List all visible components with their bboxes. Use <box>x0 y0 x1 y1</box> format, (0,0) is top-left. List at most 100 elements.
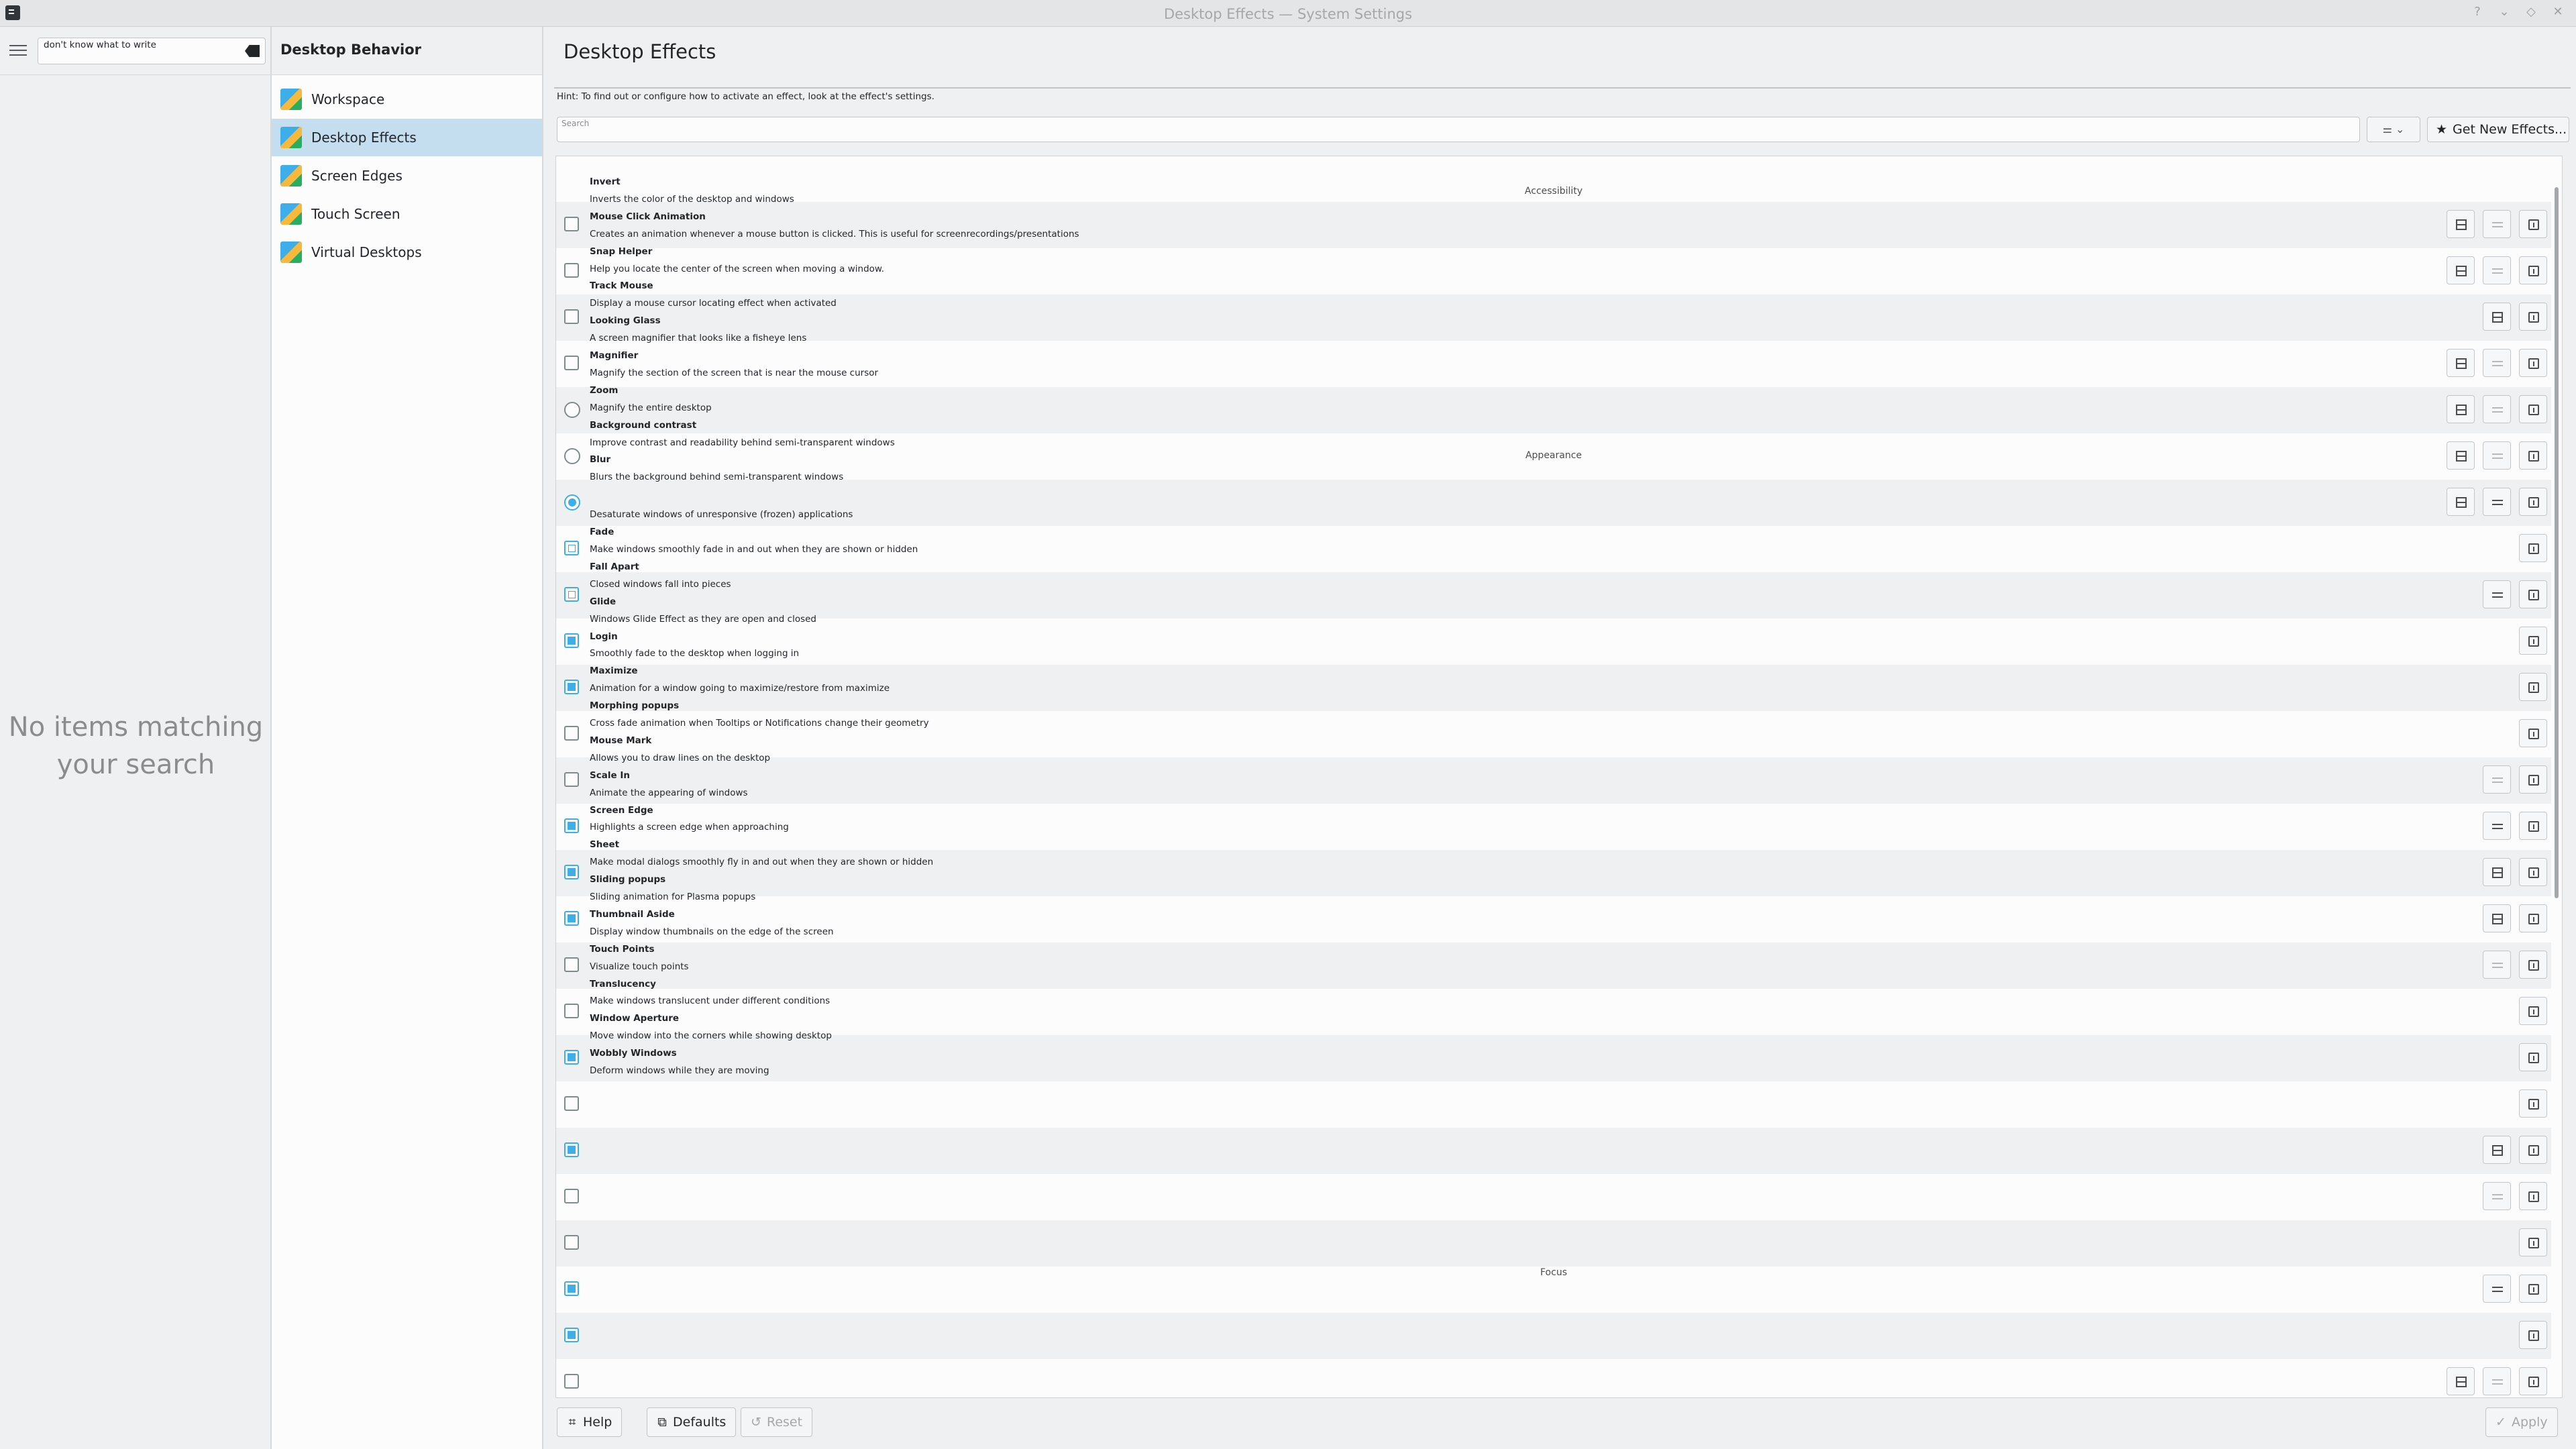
effect-checkbox[interactable] <box>564 1374 579 1389</box>
configure-effect-button[interactable] <box>2483 1275 2511 1303</box>
about-effect-button[interactable] <box>2519 210 2547 238</box>
clear-search-icon[interactable] <box>245 45 260 57</box>
configure-effect-button[interactable] <box>2483 812 2511 840</box>
effect-radio[interactable] <box>564 494 580 511</box>
about-effect-button[interactable] <box>2519 719 2547 747</box>
preview-effect-button[interactable] <box>2483 303 2511 331</box>
effect-checkbox[interactable] <box>564 726 579 741</box>
configure-effect-button[interactable] <box>2483 349 2511 377</box>
configure-effect-button[interactable] <box>2483 395 2511 423</box>
category-virtual-desktops[interactable]: Virtual Desktops <box>272 233 542 271</box>
about-effect-button[interactable] <box>2519 303 2547 331</box>
apply-button[interactable]: ✓ Apply <box>2485 1407 2558 1437</box>
about-effect-button[interactable] <box>2519 1275 2547 1303</box>
preview-effect-button[interactable] <box>2447 1367 2475 1395</box>
about-effect-button[interactable] <box>2519 395 2547 423</box>
effect-checkbox[interactable] <box>564 217 579 231</box>
effect-checkbox[interactable] <box>564 1189 579 1203</box>
effect-checkbox[interactable] <box>564 1142 579 1157</box>
reset-button[interactable]: ↺ Reset <box>741 1407 813 1437</box>
configure-effect-button[interactable] <box>2483 580 2511 608</box>
effect-checkbox[interactable] <box>564 1235 579 1250</box>
help-button[interactable]: ⌗ Help <box>557 1407 623 1437</box>
about-effect-button[interactable] <box>2519 534 2547 562</box>
effect-radio[interactable] <box>564 448 580 464</box>
preview-effect-button[interactable] <box>2483 858 2511 886</box>
about-effect-button[interactable] <box>2519 1321 2547 1349</box>
configure-effect-button[interactable] <box>2483 488 2511 516</box>
category-desktop-effects[interactable]: Desktop Effects <box>272 119 542 156</box>
effect-checkbox[interactable] <box>564 356 579 370</box>
effect-checkbox[interactable] <box>564 772 579 787</box>
about-effect-button[interactable] <box>2519 488 2547 516</box>
about-effect-button[interactable] <box>2519 858 2547 886</box>
configure-effect-button[interactable] <box>2483 441 2511 470</box>
about-effect-button[interactable] <box>2519 673 2547 701</box>
about-effect-button[interactable] <box>2519 951 2547 979</box>
preview-effect-button[interactable] <box>2447 395 2475 423</box>
category-screen-edges[interactable]: Screen Edges <box>272 157 542 195</box>
effect-radio[interactable] <box>564 402 580 418</box>
configure-effect-button[interactable] <box>2483 1367 2511 1395</box>
about-effect-button[interactable] <box>2519 627 2547 655</box>
configure-effect-button[interactable] <box>2483 951 2511 979</box>
effect-checkbox[interactable] <box>564 1328 579 1342</box>
about-effect-button[interactable] <box>2519 441 2547 470</box>
effect-checkbox[interactable] <box>564 263 579 278</box>
defaults-button[interactable]: ⧉ Defaults <box>647 1407 737 1437</box>
minimize-button[interactable]: ⌄ <box>2497 5 2512 19</box>
about-effect-button[interactable] <box>2519 1228 2547 1256</box>
category-touch-screen[interactable]: Touch Screen <box>272 195 542 233</box>
preview-effect-button[interactable] <box>2447 210 2475 238</box>
configure-effect-button[interactable] <box>2483 1182 2511 1210</box>
about-effect-button[interactable] <box>2519 580 2547 608</box>
effect-checkbox[interactable] <box>564 1281 579 1296</box>
configure-effect-button[interactable] <box>2483 210 2511 238</box>
list-scrollbar[interactable] <box>2550 156 2562 1397</box>
effect-checkbox[interactable] <box>564 633 579 648</box>
about-effect-button[interactable] <box>2519 1089 2547 1118</box>
about-effect-button[interactable] <box>2519 256 2547 284</box>
hamburger-menu-icon[interactable] <box>9 42 27 59</box>
preview-effect-button[interactable] <box>2447 488 2475 516</box>
about-effect-button[interactable] <box>2519 349 2547 377</box>
scrollbar-thumb[interactable] <box>2555 187 2559 898</box>
configure-effect-button[interactable] <box>2483 765 2511 794</box>
preview-effect-button[interactable] <box>2447 441 2475 470</box>
effect-checkbox[interactable] <box>564 680 579 694</box>
effect-checkbox[interactable] <box>564 1050 579 1065</box>
effect-checkbox[interactable] <box>564 1004 579 1018</box>
category-workspace[interactable]: Workspace <box>272 80 542 118</box>
category-label: Desktop Effects <box>311 129 417 146</box>
configure-effect-button[interactable] <box>2483 256 2511 284</box>
effect-checkbox[interactable] <box>564 541 579 555</box>
effect-checkbox[interactable] <box>564 587 579 602</box>
effect-checkbox[interactable] <box>564 957 579 972</box>
effect-checkbox[interactable] <box>564 1096 579 1111</box>
about-effect-button[interactable] <box>2519 765 2547 794</box>
get-new-effects-button[interactable]: ★ Get New Effects... <box>2427 117 2569 142</box>
preview-effect-button[interactable] <box>2447 256 2475 284</box>
preview-effect-button[interactable] <box>2447 349 2475 377</box>
about-effect-button[interactable] <box>2519 1043 2547 1071</box>
preview-effect-button[interactable] <box>2483 904 2511 932</box>
effect-name: Zoom <box>590 384 619 396</box>
help-window-button[interactable]: ? <box>2470 5 2485 19</box>
about-effect-button[interactable] <box>2519 997 2547 1025</box>
effect-checkbox[interactable] <box>564 911 579 926</box>
maximize-button[interactable]: ◇ <box>2524 5 2538 19</box>
effects-search-input[interactable]: Search <box>557 117 2360 142</box>
effect-checkbox[interactable] <box>564 865 579 879</box>
filter-dropdown-button[interactable]: ⚌ ⌄ <box>2367 117 2420 142</box>
close-button[interactable]: ✕ <box>2551 5 2565 19</box>
preview-effect-button[interactable] <box>2483 1136 2511 1164</box>
about-effect-button[interactable] <box>2519 904 2547 932</box>
effect-checkbox[interactable] <box>564 818 579 833</box>
effect-checkbox[interactable] <box>564 309 579 324</box>
about-effect-button[interactable] <box>2519 1182 2547 1210</box>
sidebar-search-input[interactable]: don't know what to write <box>38 38 266 64</box>
about-effect-button[interactable] <box>2519 1136 2547 1164</box>
about-effect-button[interactable] <box>2519 1367 2547 1395</box>
about-effect-button[interactable] <box>2519 812 2547 840</box>
effects-list[interactable]: Accessibility Appearance Focus Invert Inv… <box>555 156 2563 1398</box>
